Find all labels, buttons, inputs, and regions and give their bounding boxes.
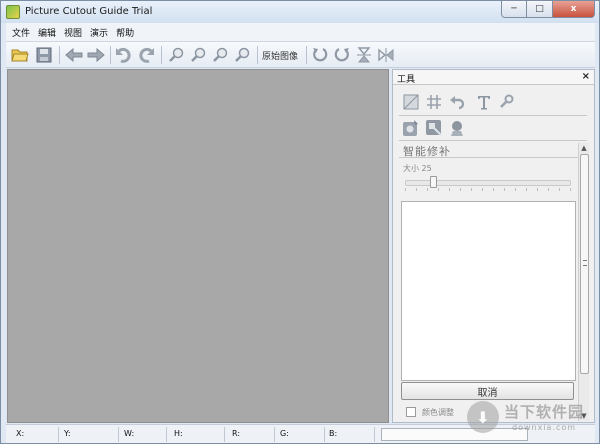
status-width: W: — [124, 429, 135, 438]
menu-help[interactable]: 帮助 — [116, 26, 134, 39]
tool-options-list[interactable] — [401, 201, 576, 381]
scrollbar-thumb[interactable] — [580, 154, 589, 374]
minimize-button[interactable]: ─ — [501, 1, 527, 18]
size-slider-ticks — [405, 188, 571, 191]
undo-tool-icon[interactable] — [447, 92, 467, 112]
flip-vertical-icon[interactable] — [354, 45, 374, 65]
open-folder-icon[interactable] — [10, 45, 30, 65]
size-slider-thumb[interactable] — [430, 176, 437, 188]
status-red: R: — [232, 429, 241, 438]
watermark-domain: downxia.com — [512, 423, 577, 432]
smart-repair-tool-icon[interactable] — [424, 118, 444, 138]
download-arrow-icon: ⬇ — [476, 407, 490, 427]
zoom-fit-icon[interactable] — [210, 45, 230, 65]
wrench-tool-icon[interactable] — [496, 92, 516, 112]
color-adjust-label: 颜色调整 — [422, 408, 454, 417]
color-adjust-checkbox[interactable] — [406, 407, 416, 417]
menu-view[interactable]: 视图 — [64, 26, 82, 39]
status-y: Y: — [64, 429, 71, 438]
app-window: Picture Cutout Guide Trial ─ □ x 文件 编辑 视… — [0, 0, 600, 444]
redo-icon[interactable] — [136, 45, 156, 65]
original-image-button[interactable]: 原始图像 — [262, 49, 298, 62]
cancel-button[interactable]: 取消 — [401, 382, 574, 400]
tool-panel-close-button[interactable]: × — [582, 71, 590, 82]
rotate-left-icon[interactable] — [310, 45, 330, 65]
zoom-out-icon[interactable] — [188, 45, 208, 65]
forward-arrow-icon[interactable] — [86, 45, 106, 65]
smart-fill-tool-icon[interactable] — [401, 118, 421, 138]
status-x: X: — [16, 429, 25, 438]
watermark-brand: 当下软件园 — [504, 403, 585, 421]
tool-panel-title: 工具 — [397, 75, 416, 85]
menu-file[interactable]: 文件 — [12, 26, 30, 39]
panel-scrollbar[interactable]: ▲ ▼ — [578, 143, 589, 421]
flip-horizontal-icon[interactable] — [376, 45, 396, 65]
watermark: ⬇ 当下软件园 downxia.com — [467, 399, 597, 439]
menu-demo[interactable]: 演示 — [90, 26, 108, 39]
back-arrow-icon[interactable] — [64, 45, 84, 65]
image-canvas[interactable] — [7, 69, 389, 423]
menu-bar: 文件 编辑 视图 演示 帮助 — [6, 23, 595, 42]
text-tool-icon[interactable] — [474, 92, 494, 112]
tool-panel: 工具 × 智能修补 大小 25 ▲ ▼ 取消 颜色调整 — [392, 69, 595, 423]
status-height: H: — [174, 429, 183, 438]
rotate-right-icon[interactable] — [332, 45, 352, 65]
app-logo-icon — [6, 5, 20, 19]
window-title: Picture Cutout Guide Trial — [25, 6, 153, 17]
tool-panel-header: 工具 × — [393, 70, 594, 85]
grid-tool-icon[interactable] — [424, 92, 444, 112]
crop-tool-icon[interactable] — [401, 92, 421, 112]
scroll-up-icon[interactable]: ▲ — [579, 143, 589, 153]
title-bar[interactable]: Picture Cutout Guide Trial ─ □ x — [1, 1, 599, 23]
save-icon[interactable] — [34, 45, 54, 65]
status-blue: B: — [329, 429, 338, 438]
menu-edit[interactable]: 编辑 — [38, 26, 56, 39]
undo-icon[interactable] — [114, 45, 134, 65]
stamp-tool-icon[interactable] — [447, 118, 467, 138]
status-green: G: — [280, 429, 289, 438]
zoom-actual-icon[interactable] — [232, 45, 252, 65]
scrollbar-grip-icon — [583, 260, 587, 266]
maximize-button[interactable]: □ — [527, 1, 553, 18]
close-button[interactable]: x — [553, 1, 595, 18]
window-controls: ─ □ x — [501, 1, 595, 19]
zoom-in-icon[interactable] — [166, 45, 186, 65]
toolbar: 原始图像 — [6, 42, 595, 68]
size-label: 大小 25 — [403, 164, 432, 173]
